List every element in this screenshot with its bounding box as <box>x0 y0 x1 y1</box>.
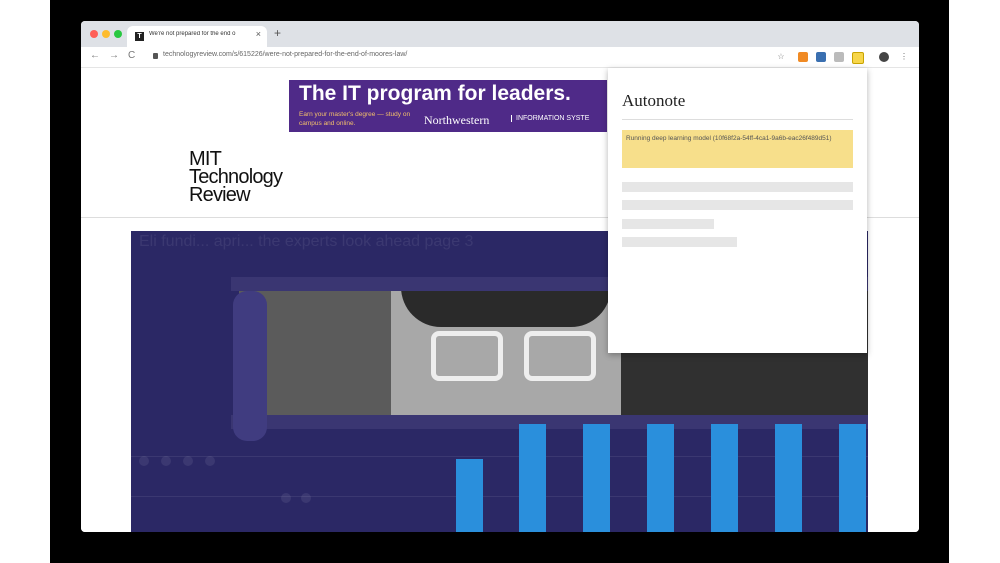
ad-headline: The IT program for leaders. <box>299 82 571 105</box>
profile-avatar-icon[interactable] <box>879 52 889 62</box>
extension-icon[interactable] <box>834 52 844 62</box>
graphic-bar <box>583 424 610 532</box>
decor-dot <box>161 456 171 466</box>
ad-unit: INFORMATION SYSTE <box>511 115 589 122</box>
torn-edge-bottom <box>231 415 868 429</box>
tab-title: We're not prepared for the end o <box>149 31 236 37</box>
decor-dot <box>183 456 193 466</box>
loading-placeholder <box>622 219 714 229</box>
tab-close-icon[interactable]: × <box>256 29 261 39</box>
maximize-window-button[interactable] <box>114 30 122 38</box>
close-window-button[interactable] <box>90 30 98 38</box>
lock-icon <box>153 53 158 59</box>
graphic-bar <box>456 459 483 532</box>
minimize-window-button[interactable] <box>102 30 110 38</box>
menu-icon[interactable]: ⋮ <box>899 52 909 62</box>
popup-title: Autonote <box>622 91 686 110</box>
address-toolbar: ← → C technologyreview.com/s/615226/were… <box>81 47 919 68</box>
new-tab-button[interactable]: + <box>274 26 281 40</box>
site-logo[interactable]: MIT Technology Review <box>189 149 283 206</box>
logo-line: Review <box>189 184 251 206</box>
back-button[interactable]: ← <box>90 50 100 61</box>
reload-button[interactable]: C <box>128 50 135 61</box>
decor-dot <box>301 493 311 503</box>
decor-dot <box>281 493 291 503</box>
decor-dot <box>139 456 149 466</box>
hero-faded-text: Eli fundi... apri... the experts look ah… <box>139 233 474 250</box>
loading-placeholder <box>622 182 853 192</box>
popup-divider <box>622 119 853 120</box>
browser-tab[interactable]: T We're not prepared for the end o × <box>127 26 267 47</box>
loading-placeholder <box>622 237 737 247</box>
decor-dot <box>205 456 215 466</box>
graphic-bar <box>711 424 738 532</box>
url-field[interactable]: technologyreview.com/s/615226/were-not-p… <box>163 51 407 58</box>
extension-icon[interactable] <box>816 52 826 62</box>
advertisement-banner[interactable]: The IT program for leaders. Earn your ma… <box>289 80 607 132</box>
bookmark-star-icon[interactable]: ☆ <box>776 52 786 62</box>
loading-placeholder <box>622 200 853 210</box>
ad-brand: Northwestern <box>424 113 490 127</box>
graphic-bar <box>839 424 866 532</box>
graphic-bar <box>647 424 674 532</box>
paper-curl <box>233 291 267 441</box>
status-message: Running deep learning model (10f68f2a-54… <box>622 130 853 168</box>
glasses-lens-right <box>524 331 596 381</box>
autonote-extension-icon[interactable] <box>852 52 864 64</box>
metamask-extension-icon[interactable] <box>798 52 808 62</box>
autonote-popup: Autonote Running deep learning model (10… <box>608 68 867 353</box>
browser-window: T We're not prepared for the end o × + ←… <box>81 21 919 532</box>
tab-bar: T We're not prepared for the end o × + <box>81 21 919 47</box>
graphic-bar <box>775 424 802 532</box>
forward-button[interactable]: → <box>109 50 119 61</box>
grid-line <box>131 496 868 497</box>
ad-subline: Earn your master's degree — study on cam… <box>299 111 411 127</box>
grid-line <box>131 456 868 457</box>
glasses-lens-left <box>431 331 503 381</box>
graphic-bar <box>519 424 546 532</box>
photo-hair <box>401 287 611 327</box>
tab-favicon-icon: T <box>135 32 144 41</box>
page-content: The IT program for leaders. Earn your ma… <box>81 68 919 532</box>
